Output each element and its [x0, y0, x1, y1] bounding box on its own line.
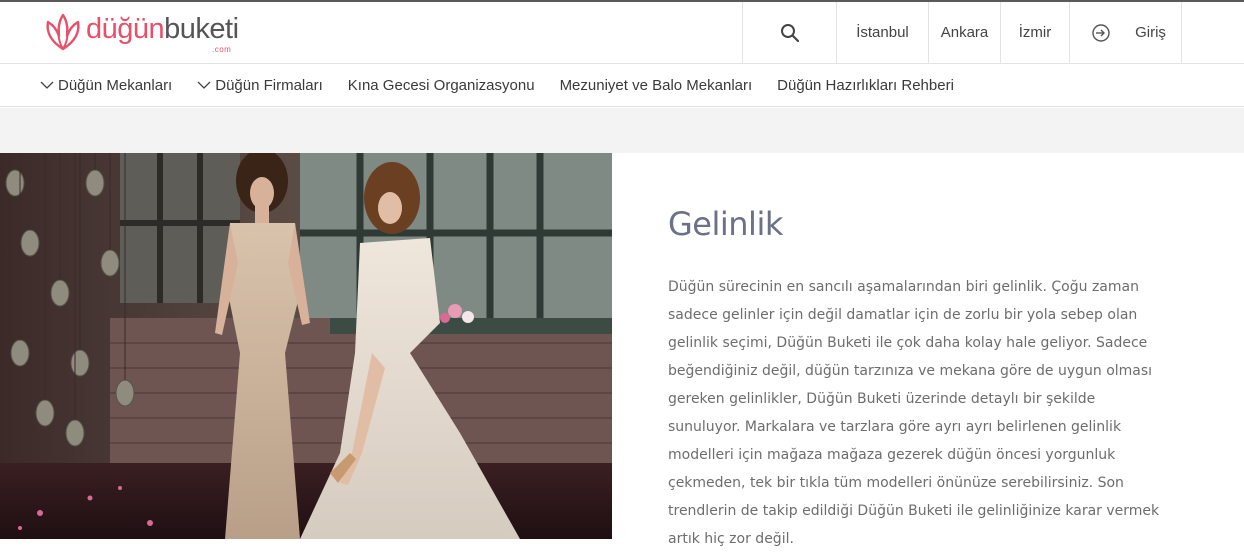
intro-paragraph: Düğün sürecinin en sancılı aşamalarından… [668, 279, 1160, 547]
nav-item-label: Kına Gecesi Organizasyonu [347, 76, 535, 94]
login-arrow-icon [1092, 23, 1110, 42]
nav-item-kina-gecesi[interactable]: Kına Gecesi Organizasyonu [348, 77, 535, 94]
site-logo[interactable]: düğünbuketi .com [42, 12, 239, 56]
category-nav: Düğün Mekanları Düğün Firmaları Kına Gec… [0, 64, 1244, 107]
logo-text-accent: buketi [164, 13, 239, 45]
nav-item-dugun-firmalari[interactable]: Düğün Firmaları [197, 77, 323, 94]
nav-item-label: Mezuniyet ve Balo Mekanları [559, 76, 753, 94]
bridal-photo [0, 153, 612, 539]
chevron-down-icon [40, 81, 54, 89]
hero-image [0, 153, 612, 539]
category-intro: Gelinlik Düğün sürecinin en sancılı aşam… [668, 153, 1178, 553]
site-header: düğünbuketi .com İstanbul Ankara İzmir G… [0, 2, 1244, 64]
page-title: Gelinlik [668, 205, 783, 243]
flower-logo-icon [46, 13, 80, 51]
nav-item-label: Düğün Firmaları [215, 76, 323, 94]
nav-item-dugun-mekanlari[interactable]: Düğün Mekanları [40, 77, 172, 94]
search-icon [780, 23, 799, 42]
city-link-izmir[interactable]: İzmir [1000, 2, 1069, 63]
city-link-istanbul[interactable]: İstanbul [836, 2, 928, 63]
login-button[interactable]: Giriş [1069, 2, 1182, 63]
nav-item-mezuniyet-balo[interactable]: Mezuniyet ve Balo Mekanları [560, 77, 753, 94]
chevron-down-icon [197, 81, 211, 89]
grey-spacer-band [0, 108, 1244, 153]
login-label: Giriş [1135, 24, 1166, 41]
logo-text-main: düğün [86, 13, 165, 45]
logo-domain: .com [212, 45, 232, 54]
search-button[interactable] [742, 2, 836, 63]
nav-item-hazirlik-rehberi[interactable]: Düğün Hazırlıkları Rehberi [777, 77, 954, 94]
nav-item-label: Düğün Hazırlıkları Rehberi [777, 76, 954, 94]
nav-item-label: Düğün Mekanları [58, 76, 173, 94]
city-link-ankara[interactable]: Ankara [928, 2, 1000, 63]
top-nav: İstanbul Ankara İzmir Giriş [742, 2, 1182, 63]
